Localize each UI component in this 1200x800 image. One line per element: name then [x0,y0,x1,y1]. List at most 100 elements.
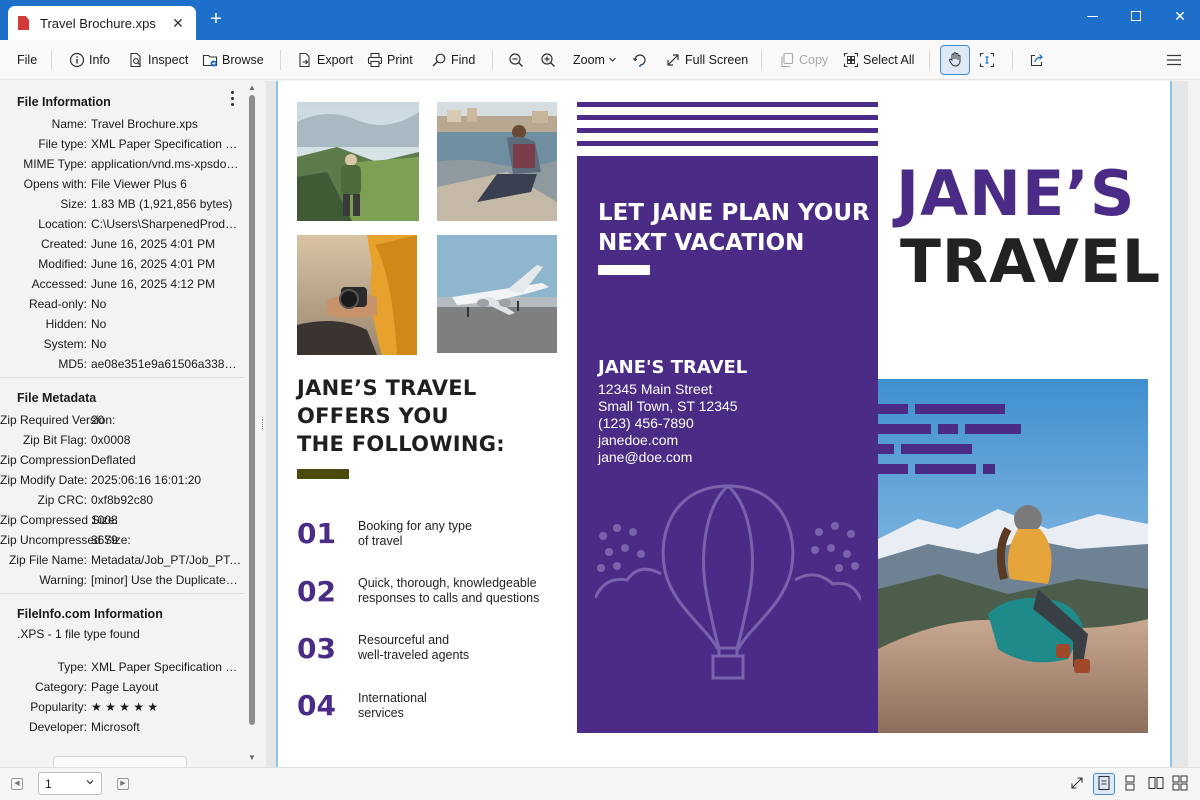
export-label: Export [317,53,354,67]
info-row: Zip File Name: Metadata/Job_PT/Job_PT.xml [0,550,243,570]
info-row: Name: Travel Brochure.xps [0,114,243,134]
print-button[interactable]: Print [367,48,413,72]
inspect-label: Inspect [148,53,189,67]
info-row: Created: June 16, 2025 4:01 PM [0,234,243,254]
info-row: System: No [0,334,243,354]
browse-folder-icon [202,52,218,68]
brand-title-line-1: JANE’S [896,157,1136,230]
info-row: File type: XML Paper Specification File [0,134,243,154]
status-bar: ◀ 1 ▶ [0,767,1200,800]
service-description: International services [358,691,427,720]
document-viewport[interactable]: JANE’S TRAVEL OFFERS YOU THE FOLLOWING: … [266,81,1200,767]
section-divider [0,593,244,594]
info-row-key: Warning: [39,573,87,587]
browse-button[interactable]: Browse [202,48,264,72]
toolbar-divider [929,50,930,70]
continuous-view-button[interactable] [1119,773,1141,795]
chevron-down-icon [608,53,617,67]
photo-camera-hands [297,235,417,355]
info-row-value: C:\Users\SharpenedProductions\Desktop [91,217,243,231]
find-button[interactable]: Find [431,48,475,72]
offers-heading-line: THE FOLLOWING: [297,432,506,456]
full-screen-button[interactable]: Full Screen [665,48,748,72]
contact-email: jane@doe.com [598,449,693,465]
document-scrollbar[interactable] [1188,81,1200,767]
previous-page-button[interactable]: ◀ [11,778,23,790]
info-row-key: Category: [34,680,87,694]
contact-website: janedoe.com [598,432,679,448]
section-divider [0,377,244,378]
info-row-key: File type: [38,137,87,151]
scroll-up-icon[interactable]: ▲ [247,83,257,93]
zoom-out-icon [508,52,524,68]
sidebar-scroll-thumb[interactable] [249,95,255,725]
info-button[interactable]: Info [69,48,110,72]
zoom-in-button[interactable] [540,48,560,72]
page-number: 1 [45,776,52,791]
sidebar-scrollbar[interactable]: ▲ ▼ [247,81,257,767]
info-row-key: MD5: [58,357,87,371]
minimize-button[interactable] [1070,0,1114,32]
zoom-dropdown[interactable]: Zoom [573,48,617,72]
info-row: Accessed: June 16, 2025 4:12 PM [0,274,243,294]
photo-hiker-cliff [297,102,419,221]
maximize-button[interactable] [1114,0,1158,32]
main-menu-button[interactable] [1166,48,1186,72]
text-select-tool-button[interactable] [979,48,999,72]
service-number: 01 [297,517,336,550]
info-row-value: Metadata/Job_PT/Job_PT.xml [91,553,243,567]
xps-file-icon [18,16,29,30]
info-row-key: Zip Uncompressed Size: [0,533,131,547]
copy-button[interactable]: Copy [779,48,828,72]
info-row-value: [minor] Use the Duplicates option [91,573,243,587]
zoom-in-icon [540,52,556,68]
file-menu-label: File [17,53,38,67]
rotate-button[interactable] [632,48,652,72]
info-row: Zip Modify Date: 2025:06:16 16:01:20 [0,470,243,490]
document-tab[interactable]: Travel Brochure.xps ✕ [8,6,196,40]
decor-bar [878,464,908,474]
info-row-value: 2025:06:16 16:01:20 [91,473,202,487]
close-window-button[interactable]: ✕ [1158,0,1200,32]
page-selector[interactable]: 1 [38,772,102,795]
single-page-view-button[interactable] [1093,773,1115,795]
two-page-view-button[interactable] [1145,773,1167,795]
file-menu-button[interactable]: File [17,48,37,72]
info-row-value: No [91,317,107,331]
olive-accent-bar [297,469,349,479]
contact-business-name: JANE'S TRAVEL [598,357,748,378]
info-row: Category: Page Layout [0,677,243,697]
info-row-key: Read-only: [28,297,87,311]
more-options-icon[interactable] [225,89,239,107]
info-row-value: 0xf8b92c80 [91,493,154,507]
next-page-button[interactable]: ▶ [117,778,129,790]
contact-phone: (123) 456-7890 [598,415,694,431]
hand-tool-button[interactable] [940,45,970,75]
select-all-button[interactable]: Select All [843,48,914,72]
decor-bar [878,424,931,434]
photo-airplane [437,235,557,353]
fit-page-button[interactable] [1066,773,1088,795]
zoom-out-button[interactable] [508,48,528,72]
tab-close-button[interactable]: ✕ [170,15,186,32]
contact-address: 12345 Main Street [598,381,713,397]
two-page-continuous-button[interactable] [1169,773,1191,795]
full-screen-label: Full Screen [685,53,749,67]
info-row-key: Zip CRC: [37,493,87,507]
info-row-key: Developer: [28,720,87,734]
share-button[interactable] [1029,48,1049,72]
new-tab-button[interactable]: + [206,9,226,30]
zoom-label: Zoom [573,53,605,67]
scroll-down-icon[interactable]: ▼ [247,753,257,763]
inspect-button[interactable]: Inspect [128,48,188,72]
maximize-icon [1131,11,1141,21]
title-bar: Travel Brochure.xps ✕ + ✕ [0,0,1200,40]
share-icon [1029,52,1045,68]
view-file-info-button[interactable] [53,756,187,767]
toolbar-divider [761,50,762,70]
info-row: Warning: [minor] Use the Duplicates optio… [0,570,243,590]
export-button[interactable]: Export [297,48,353,72]
info-row-key: Zip Required Version: [0,413,116,427]
decor-bar [938,424,958,434]
text-select-icon [979,52,995,68]
